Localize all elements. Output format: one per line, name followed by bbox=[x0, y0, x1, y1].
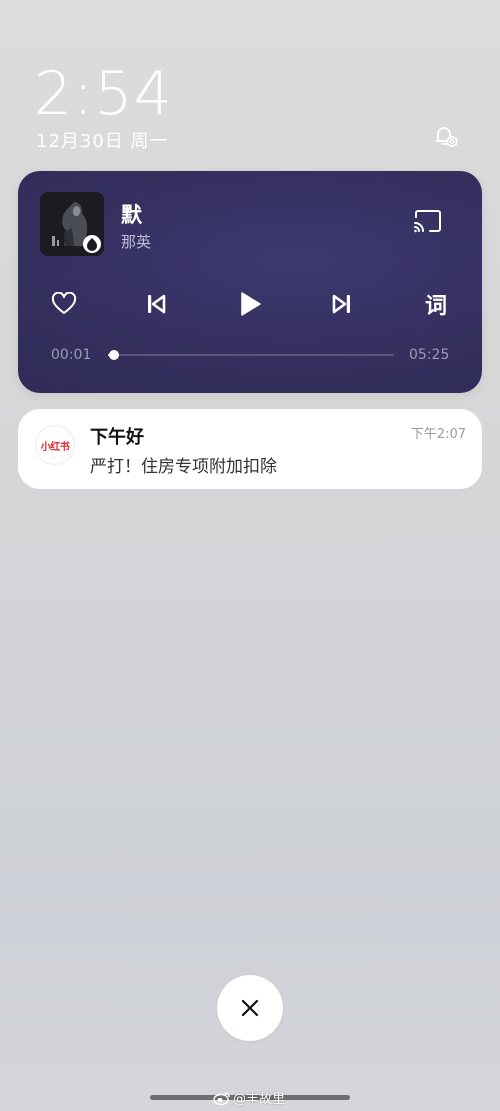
progress-slider[interactable] bbox=[108, 350, 394, 360]
progress-thumb[interactable] bbox=[109, 350, 119, 360]
notification-title: 下午好 bbox=[90, 427, 144, 448]
music-player-card[interactable]: 默 那英 词 00:01 05:25 bbox=[18, 171, 482, 393]
next-icon bbox=[332, 294, 350, 314]
lockscreen-date: 12月30日 周一 bbox=[36, 131, 169, 152]
next-button[interactable] bbox=[322, 287, 362, 321]
close-button[interactable] bbox=[217, 975, 283, 1041]
weibo-icon bbox=[213, 1091, 230, 1105]
play-button[interactable] bbox=[230, 287, 270, 321]
song-title: 默 bbox=[121, 203, 142, 227]
watermark-text: @丰故里 bbox=[233, 1092, 286, 1107]
notification-settings-icon bbox=[435, 127, 458, 148]
current-time: 00:01 bbox=[51, 347, 92, 363]
cast-button[interactable] bbox=[411, 207, 445, 237]
notification-time: 下午2:07 bbox=[410, 427, 466, 442]
heart-icon bbox=[51, 292, 77, 314]
total-time: 05:25 bbox=[409, 347, 450, 363]
lyrics-button[interactable]: 词 bbox=[416, 287, 456, 321]
like-button[interactable] bbox=[44, 287, 84, 321]
notification-card[interactable]: 小红书 下午好 严打！住房专项附加扣除 下午2:07 bbox=[18, 409, 482, 489]
album-badge bbox=[83, 235, 101, 253]
watermark: @丰故里 bbox=[213, 1088, 285, 1107]
app-icon: 小红书 bbox=[35, 425, 75, 465]
album-art[interactable] bbox=[40, 192, 104, 256]
notification-settings-button[interactable] bbox=[428, 119, 462, 153]
close-icon bbox=[241, 999, 259, 1017]
music-app-icon bbox=[87, 238, 97, 251]
notification-body: 严打！住房专项附加扣除 bbox=[90, 457, 277, 477]
previous-button[interactable] bbox=[136, 287, 176, 321]
song-artist: 那英 bbox=[121, 233, 152, 251]
previous-icon bbox=[148, 294, 166, 314]
cast-icon bbox=[414, 210, 441, 233]
lockscreen-time: 2:54 bbox=[34, 59, 173, 129]
play-icon bbox=[241, 292, 261, 316]
